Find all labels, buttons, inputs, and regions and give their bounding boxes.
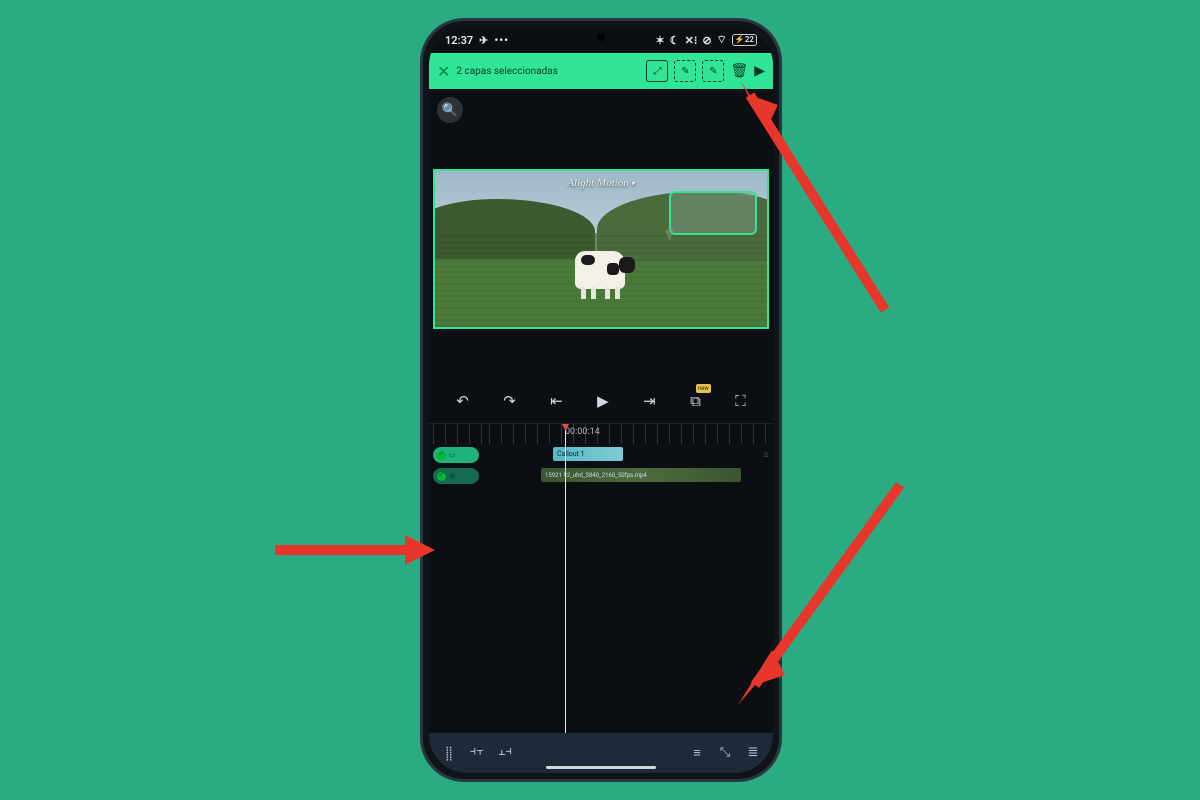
status-bar: 12:37 ✈ ••• ✶ ☾ ✕⁝ ⊘ ⌔ ⚡22	[429, 27, 773, 53]
split-button[interactable]: ⸽⸽	[439, 744, 459, 762]
group-button[interactable]: ⤢	[646, 60, 668, 82]
next-frame-button[interactable]: ⇥	[643, 392, 656, 410]
volume-up-button[interactable]	[780, 181, 782, 227]
distribute-button[interactable]: ⤡	[715, 745, 735, 761]
clip-callout[interactable]: Callout 1	[553, 447, 623, 461]
callout-element[interactable]	[669, 191, 757, 235]
power-button[interactable]	[420, 221, 422, 261]
clip-video[interactable]: 15921 92_uhd_3840_2160_50fps.mp4	[541, 468, 741, 482]
trim-end-button[interactable]: ⫠⫞	[495, 744, 515, 762]
undo-button[interactable]: ↶	[456, 392, 469, 410]
phone-frame: 12:37 ✈ ••• ✶ ☾ ✕⁝ ⊘ ⌔ ⚡22 ✕ 2 capas sel…	[420, 18, 782, 782]
trim-start-button[interactable]: ⫞⫟	[467, 744, 487, 762]
clock: 12:37	[445, 34, 473, 47]
prev-frame-button[interactable]: ⇤	[550, 392, 563, 410]
check-icon	[437, 451, 446, 460]
battery-indicator: ⚡22	[732, 34, 757, 46]
selection-count-label: 2 capas seleccionadas	[456, 66, 557, 77]
image-icon: ▣	[449, 472, 456, 480]
playback-controls: ↶ ↷ ⇤ ▶ ⇥ ⧉ ⛶	[429, 379, 773, 423]
add-layer-button[interactable]: ⧉	[690, 392, 701, 410]
shape-icon: ▭	[449, 451, 456, 459]
vibrate-icon: ✕⁝	[685, 34, 698, 47]
track-selector-video[interactable]: ▣	[433, 468, 479, 484]
scene-cow	[575, 251, 625, 289]
timeline[interactable]: 00:00:14 ▭ ▣ Callout 1	[429, 423, 773, 733]
clip-label: Callout 1	[557, 450, 585, 458]
timecode-label: 00:00:14	[565, 427, 600, 437]
aspect-button[interactable]: ⛶	[735, 392, 746, 410]
home-indicator[interactable]	[546, 766, 656, 769]
more-notifications-icon: •••	[494, 34, 509, 47]
delete-button[interactable]: 🗑	[730, 63, 748, 79]
preview-stage: 🔍 Alight Motion	[429, 89, 773, 379]
play-button[interactable]: ▶	[754, 63, 765, 79]
copy-effects-button[interactable]: ✎	[674, 60, 696, 82]
zoom-tool-button[interactable]: 🔍	[437, 97, 463, 123]
bluetooth-icon: ✶	[656, 34, 665, 47]
dnd-icon: ☾	[670, 34, 680, 47]
playhead[interactable]	[565, 424, 566, 733]
watermark-label[interactable]: Alight Motion	[567, 177, 634, 189]
clip-label: 15921 92_uhd_3840_2160_50fps.mp4	[545, 472, 647, 479]
drag-handle-icon[interactable]: ≡	[763, 450, 769, 461]
screen: 12:37 ✈ ••• ✶ ☾ ✕⁝ ⊘ ⌔ ⚡22 ✕ 2 capas sel…	[429, 27, 773, 773]
annotation-arrow	[270, 530, 440, 574]
time-ruler[interactable]: 00:00:14	[429, 424, 773, 444]
check-icon	[437, 472, 446, 481]
play-pause-button[interactable]: ▶	[597, 392, 609, 410]
preview-canvas[interactable]: Alight Motion	[433, 169, 769, 329]
align-layers-button[interactable]: ≡	[687, 745, 707, 761]
close-selection-button[interactable]: ✕	[437, 62, 450, 81]
track-selector-callout[interactable]: ▭	[433, 447, 479, 463]
selection-toolbar: ✕ 2 capas seleccionadas ⤢ ✎ ✎ 🗑 ▶	[429, 53, 773, 89]
paste-effects-button[interactable]: ✎	[702, 60, 724, 82]
redo-button[interactable]: ↷	[503, 392, 516, 410]
wifi-icon: ⌔	[717, 33, 727, 47]
telegram-icon: ✈	[479, 34, 488, 47]
data-off-icon: ⊘	[702, 34, 711, 47]
stack-button[interactable]: ≣	[743, 745, 763, 761]
volume-down-button[interactable]	[780, 236, 782, 306]
